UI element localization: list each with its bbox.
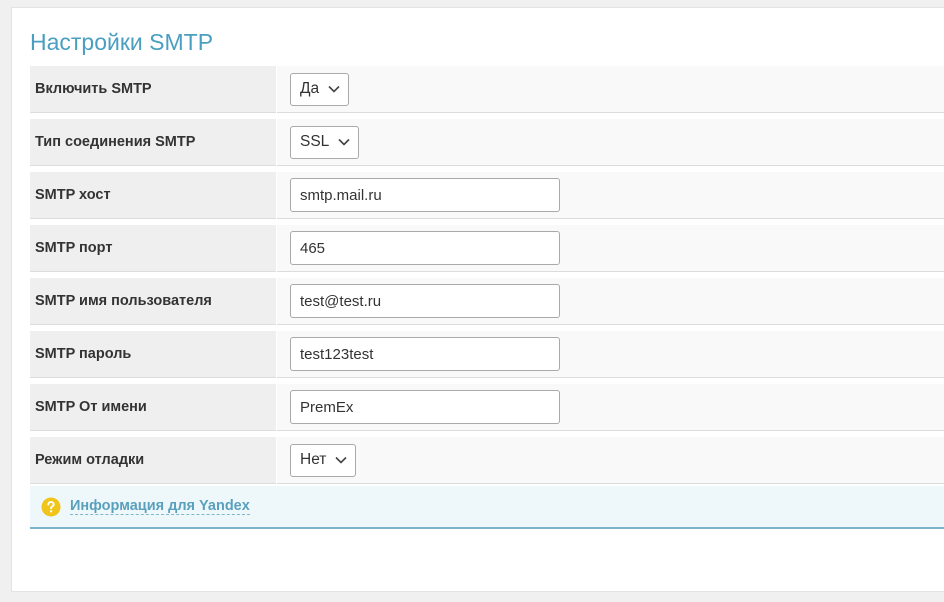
form-row-connection-type: Тип соединения SMTP SSL	[30, 119, 944, 166]
chevron-down-icon	[328, 85, 340, 93]
smtp-from-name-input[interactable]	[290, 390, 560, 424]
form-row-smtp-host: SMTP хост	[30, 172, 944, 219]
field-value-cell	[277, 331, 944, 378]
field-label: SMTP пароль	[30, 331, 276, 378]
field-label: Тип соединения SMTP	[30, 119, 276, 166]
form-row-smtp-from-name: SMTP От имени	[30, 384, 944, 431]
smtp-port-input[interactable]	[290, 231, 560, 265]
chevron-down-icon	[335, 456, 347, 464]
field-value-cell: Нет	[277, 437, 944, 484]
field-label: SMTP порт	[30, 225, 276, 272]
smtp-settings-form: Включить SMTP Да Тип соединения SMTP SSL	[30, 66, 944, 490]
select-value: Да	[300, 80, 320, 97]
connection-type-select[interactable]: SSL	[290, 125, 360, 159]
field-value-cell	[277, 225, 944, 272]
form-row-enable-smtp: Включить SMTP Да	[30, 66, 944, 113]
field-label: SMTP От имени	[30, 384, 276, 431]
yandex-info-bar: Информация для Yandex	[30, 486, 944, 529]
smtp-settings-panel: Настройки SMTP Включить SMTP Да Тип соед…	[11, 7, 944, 592]
field-value-cell: SSL	[277, 119, 944, 166]
form-row-debug-mode: Режим отладки Нет	[30, 437, 944, 484]
field-label: SMTP имя пользователя	[30, 278, 276, 325]
yandex-info-link[interactable]: Информация для Yandex	[70, 498, 250, 515]
debug-mode-select[interactable]: Нет	[290, 443, 357, 477]
smtp-username-input[interactable]	[290, 284, 560, 318]
form-row-smtp-port: SMTP порт	[30, 225, 944, 272]
field-value-cell	[277, 278, 944, 325]
chevron-down-icon	[338, 138, 350, 146]
question-circle-icon	[41, 497, 61, 517]
enable-smtp-select[interactable]: Да	[290, 72, 350, 106]
select-value: Нет	[300, 451, 327, 468]
page-title: Настройки SMTP	[30, 29, 214, 55]
smtp-password-input[interactable]	[290, 337, 560, 371]
select-value: SSL	[300, 133, 330, 150]
smtp-host-input[interactable]	[290, 178, 560, 212]
form-row-smtp-password: SMTP пароль	[30, 331, 944, 378]
field-value-cell	[277, 172, 944, 219]
field-label: Включить SMTP	[30, 66, 276, 113]
field-value-cell	[277, 384, 944, 431]
form-row-smtp-username: SMTP имя пользователя	[30, 278, 944, 325]
field-label: Режим отладки	[30, 437, 276, 484]
field-value-cell: Да	[277, 66, 944, 113]
field-label: SMTP хост	[30, 172, 276, 219]
